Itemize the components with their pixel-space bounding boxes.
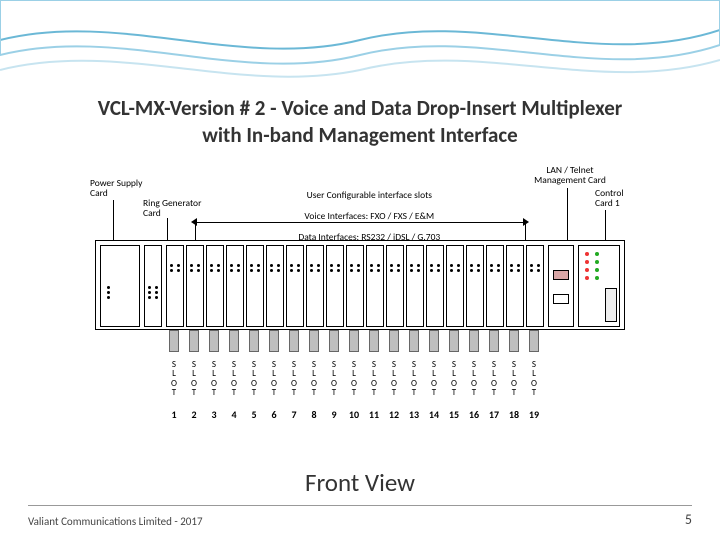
slot-vert-label: S L O T [306,360,322,398]
slot-number: 9 [325,408,343,421]
slot-vert-label: S L O T [246,360,262,398]
slot-number: 1 [165,408,183,421]
slot-number: 18 [505,408,523,421]
slot-tab [529,330,539,352]
label-control-card: Control Card 1 [595,188,645,209]
title-line1: VCL-MX-Version # 2 - Voice and Data Drop… [98,95,623,121]
slot-number: 16 [465,408,483,421]
slot-1 [166,245,184,327]
slot-number: 8 [305,408,323,421]
slot-15 [446,245,464,327]
slot-17 [486,245,504,327]
slot-tab [349,330,359,352]
slot-4 [226,245,244,327]
leader-lan [567,188,568,240]
slot-number: 6 [265,408,283,421]
slot-number: 2 [185,408,203,421]
slot-number: 19 [525,408,543,421]
slot-number: 4 [225,408,243,421]
slot-vert-label: S L O T [326,360,342,398]
slot-7 [286,245,304,327]
slot-12 [386,245,404,327]
slot-tab [449,330,459,352]
slot-vert-label: S L O T [466,360,482,398]
slot-number: 15 [445,408,463,421]
slot-18 [506,245,524,327]
slot-tab [229,330,239,352]
slot-16 [466,245,484,327]
slot-tab [389,330,399,352]
slot-tab [209,330,219,352]
slot-power [100,245,140,327]
slot-number: 11 [365,408,383,421]
slot-tab [409,330,419,352]
title-line2: with In-band Management Interface [202,122,518,148]
slot-11 [366,245,384,327]
slot-number: 10 [345,408,363,421]
slot-number: 5 [245,408,263,421]
leader-ring [167,218,168,240]
slot-6 [266,245,284,327]
slot-tab [189,330,199,352]
slot-vert-label: S L O T [386,360,402,398]
slot-number: 17 [485,408,503,421]
slot-vert-label: S L O T [206,360,222,398]
slot-number: 7 [285,408,303,421]
slot-tab [469,330,479,352]
slot-vert-label: S L O T [186,360,202,398]
slot-vert-label: S L O T [266,360,282,398]
slot-14 [426,245,444,327]
slot-vert-label: S L O T [346,360,362,398]
slot-10 [346,245,364,327]
leader-control [605,210,606,240]
slot-8 [306,245,324,327]
slot-mgmt [548,245,574,327]
slot-tab [429,330,439,352]
slot-number: 3 [205,408,223,421]
slot-vert-label: S L O T [166,360,182,398]
wave-background [0,0,720,90]
slot-tab [309,330,319,352]
slot-tab [169,330,179,352]
slide-title: VCL-MX-Version # 2 - Voice and Data Drop… [40,95,680,150]
slot-2 [186,245,204,327]
slot-3 [206,245,224,327]
slot-vert-label: S L O T [486,360,502,398]
slot-number: 14 [425,408,443,421]
slot-tab [369,330,379,352]
slot-vert-label: S L O T [366,360,382,398]
slot-vert-label: S L O T [526,360,542,398]
slot-vert-label: S L O T [286,360,302,398]
leader-power [113,200,114,240]
footer-company: Valiant Communications Limited - 2017 [28,515,203,528]
slot-number: 12 [385,408,403,421]
footer-divider [28,505,692,506]
label-lan-mgmt: LAN / Telnet Management Card [525,165,615,186]
slot-vert-label: S L O T [506,360,522,398]
slot-vert-label: S L O T [426,360,442,398]
slot-tab [289,330,299,352]
arrow-slots-range [195,222,525,223]
slot-tab [249,330,259,352]
slot-vert-label: S L O T [446,360,462,398]
slot-tab [509,330,519,352]
slot-ring-gen [144,245,162,327]
slot-tab [489,330,499,352]
slot-tab [269,330,279,352]
label-power-supply: Power Supply Card [90,178,142,199]
slot-13 [406,245,424,327]
slot-control [578,245,620,327]
chassis [95,240,625,330]
slide-subtitle: Front View [0,467,720,498]
slot-vert-label: S L O T [406,360,422,398]
slot-5 [246,245,264,327]
slot-number: 13 [405,408,423,421]
page-number: 5 [685,511,692,528]
slot-vert-label: S L O T [226,360,242,398]
label-ring-gen: Ring Generator Card [143,198,201,219]
slot-19 [526,245,544,327]
slot-tab [329,330,339,352]
slot-9 [326,245,344,327]
